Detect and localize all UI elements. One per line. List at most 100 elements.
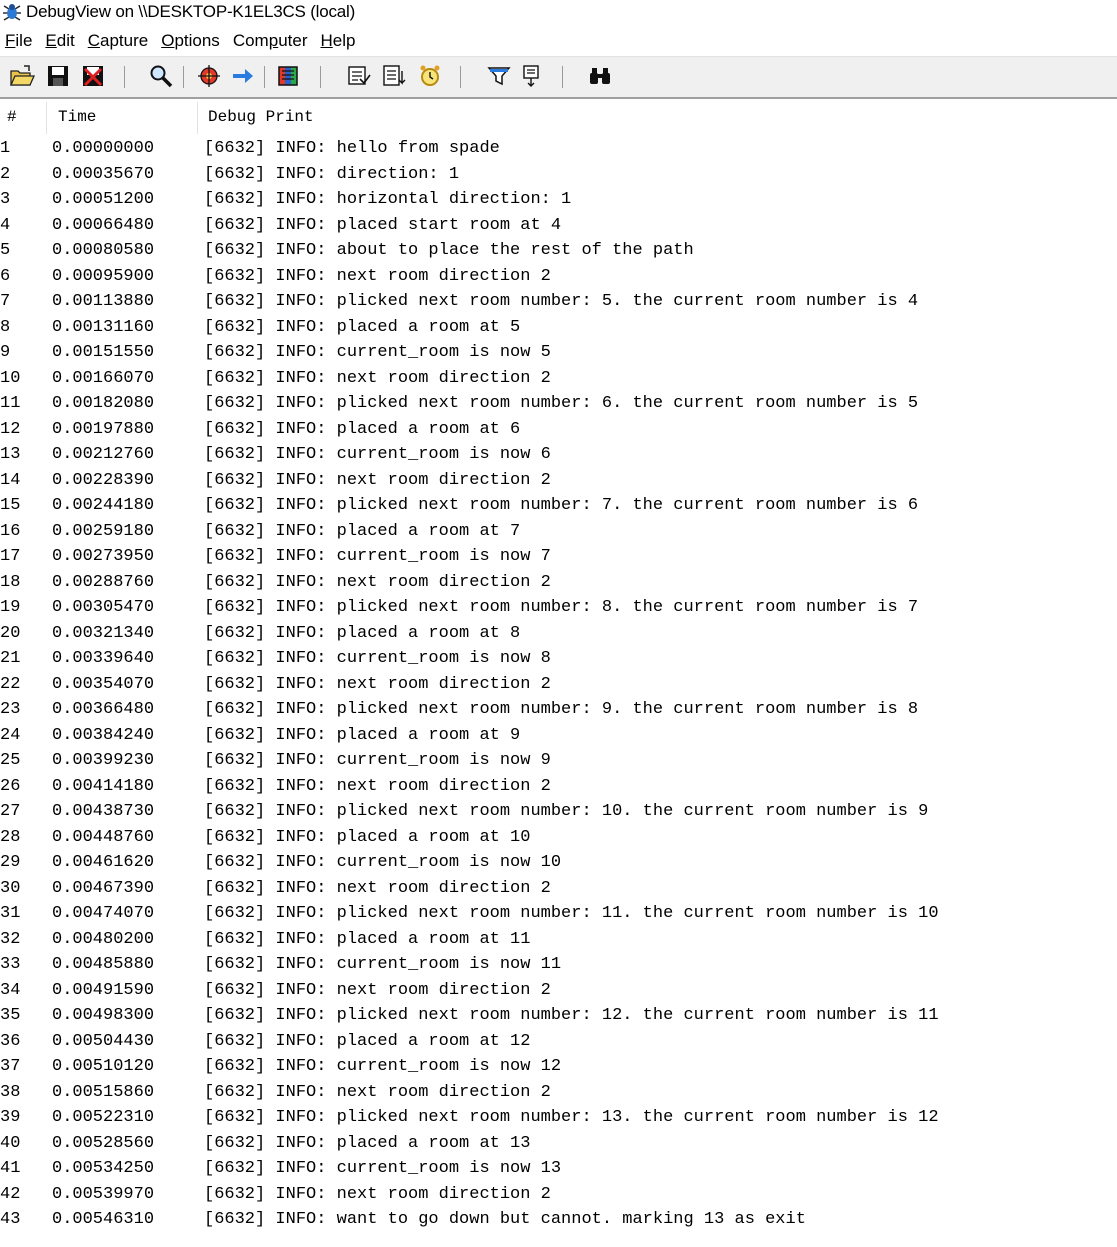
log-row-message: [6632] INFO: plicked next room number: 1… [204,1006,939,1025]
log-row[interactable]: 34 0.00491590 [6632] INFO: next room direc… [0,978,1117,1004]
log-row[interactable]: 9 0.00151550 [6632] INFO: current_room is … [0,340,1117,366]
log-row-message: [6632] INFO: current_room is now 12 [204,1057,562,1076]
binoculars-icon[interactable] [587,63,613,89]
log-row[interactable]: 5 0.00080580 [6632] INFO: about to place t… [0,238,1117,264]
log-row[interactable]: 20 0.00321340 [6632] INFO: placed a room a… [0,621,1117,647]
log-row[interactable]: 36 0.00504430 [6632] INFO: placed a room a… [0,1029,1117,1055]
log-row-time: 0.00305470 [52,598,155,617]
log-row-number: 8 [0,317,11,337]
column-divider[interactable] [46,102,47,134]
clear-display-icon[interactable] [80,63,106,89]
log-row[interactable]: 28 0.00448760 [6632] INFO: placed a room a… [0,825,1117,851]
log-row-number: 22 [0,674,21,694]
log-row-message: [6632] INFO: next room direction 2 [204,266,551,286]
log-row[interactable]: 18 0.00288760 [6632] INFO: next room direc… [0,570,1117,596]
column-divider[interactable] [197,102,198,134]
log-row[interactable]: 13 0.00212760 [6632] INFO: current_room is… [0,442,1117,468]
log-row-number: 40 [0,1133,21,1153]
log-row-time: 0.00000000 [52,139,155,158]
log-row-number: 6 [0,266,11,286]
log-row[interactable]: 24 0.00384240 [6632] INFO: placed a room a… [0,723,1117,749]
log-row[interactable]: 27 0.00438730 [6632] INFO: plicked next ro… [0,799,1117,825]
log-row-number: 37 [0,1057,21,1076]
log-row[interactable]: 7 0.00113880 [6632] INFO: plicked next roo… [0,289,1117,315]
menu-capture[interactable]: Capture [83,31,153,51]
log-row[interactable]: 25 0.00399230 [6632] INFO: current_room is… [0,748,1117,774]
history-depth-icon[interactable] [276,63,302,89]
log-row[interactable]: 12 0.00197880 [6632] INFO: placed a room a… [0,417,1117,443]
log-row-time: 0.00534250 [52,1159,155,1178]
log-row[interactable]: 15 0.00244180 [6632] INFO: plicked next ro… [0,493,1117,519]
log-row-time: 0.00228390 [52,470,155,490]
log-row[interactable]: 30 0.00467390 [6632] INFO: next room direc… [0,876,1117,902]
log-row[interactable]: 2 0.00035670 [6632] INFO: direction: 1 [0,162,1117,188]
log-row[interactable]: 43 0.00546310 [6632] INFO: want to go down… [0,1207,1117,1233]
autoscroll-icon[interactable] [230,63,256,89]
log-row[interactable]: 32 0.00480200 [6632] INFO: placed a room a… [0,927,1117,953]
log-row[interactable]: 37 0.00510120 [6632] INFO: current_room is… [0,1054,1117,1080]
toolbar-separator [124,66,125,88]
log-row[interactable]: 3 0.00051200 [6632] INFO: horizontal direc… [0,187,1117,213]
column-header-debug-print[interactable]: Debug Print [208,108,314,126]
column-header-number[interactable]: # [7,108,17,126]
log-row-message: [6632] INFO: next room direction 2 [204,878,551,898]
log-row[interactable]: 21 0.00339640 [6632] INFO: current_room is… [0,646,1117,672]
log-row[interactable]: 22 0.00354070 [6632] INFO: next room direc… [0,672,1117,698]
clock-time-icon[interactable] [346,63,372,89]
log-row-number: 21 [0,649,21,668]
log-row[interactable]: 1 0.00000000 [6632] INFO: hello from spade [0,136,1117,162]
menu-bar: File Edit Capture Options Computer Help [0,27,1117,55]
log-row[interactable]: 42 0.00539970 [6632] INFO: next room direc… [0,1182,1117,1208]
list-header: # Time Debug Print [0,102,1117,134]
log-row[interactable]: 31 0.00474070 [6632] INFO: plicked next ro… [0,901,1117,927]
log-row[interactable]: 14 0.00228390 [6632] INFO: next room direc… [0,468,1117,494]
open-icon[interactable] [9,63,35,89]
menu-file[interactable]: File [0,31,37,51]
log-row[interactable]: 16 0.00259180 [6632] INFO: placed a room a… [0,519,1117,545]
log-row[interactable]: 17 0.00273950 [6632] INFO: current_room is… [0,544,1117,570]
log-row-number: 20 [0,623,21,643]
log-row-message: [6632] INFO: plicked next room number: 9… [204,700,919,719]
log-row-number: 3 [0,190,11,209]
log-row[interactable]: 40 0.00528560 [6632] INFO: placed a room a… [0,1131,1117,1157]
log-row[interactable]: 29 0.00461620 [6632] INFO: current_room is… [0,850,1117,876]
toolbar-separator [264,66,265,88]
log-row-number: 13 [0,445,21,464]
log-row-number: 19 [0,598,21,617]
highlight-timer-icon[interactable] [417,63,443,89]
menu-computer[interactable]: Computer [228,31,313,51]
log-row[interactable]: 26 0.00414180 [6632] INFO: next room direc… [0,774,1117,800]
log-row-number: 11 [0,394,21,413]
log-row[interactable]: 41 0.00534250 [6632] INFO: current_room is… [0,1156,1117,1182]
log-row[interactable]: 23 0.00366480 [6632] INFO: plicked next ro… [0,697,1117,723]
log-row-time: 0.00197880 [52,419,155,439]
log-row-number: 34 [0,980,21,1000]
log-row[interactable]: 19 0.00305470 [6632] INFO: plicked next ro… [0,595,1117,621]
log-row[interactable]: 38 0.00515860 [6632] INFO: next room direc… [0,1080,1117,1106]
log-row[interactable]: 8 0.00131160 [6632] INFO: placed a room at… [0,315,1117,341]
log-row[interactable]: 11 0.00182080 [6632] INFO: plicked next ro… [0,391,1117,417]
log-row-number: 23 [0,700,21,719]
save-icon[interactable] [45,63,71,89]
filter-icon[interactable] [486,63,512,89]
log-row-message: [6632] INFO: next room direction 2 [204,980,551,1000]
log-row-time: 0.00384240 [52,725,155,745]
log-row[interactable]: 6 0.00095900 [6632] INFO: next room direct… [0,264,1117,290]
log-row-message: [6632] INFO: plicked next room number: 6… [204,394,919,413]
menu-edit[interactable]: Edit [40,31,79,51]
log-row[interactable]: 10 0.00166070 [6632] INFO: next room direc… [0,366,1117,392]
log-row[interactable]: 35 0.00498300 [6632] INFO: plicked next ro… [0,1003,1117,1029]
find-icon[interactable] [148,63,174,89]
log-row[interactable]: 39 0.00522310 [6632] INFO: plicked next ro… [0,1105,1117,1131]
column-header-time[interactable]: Time [58,108,96,126]
log-row-message: [6632] INFO: current_room is now 6 [204,445,551,464]
elapsed-time-icon[interactable] [381,63,407,89]
menu-help[interactable]: Help [315,31,360,51]
log-row-number: 31 [0,904,21,923]
log-row[interactable]: 33 0.00485880 [6632] INFO: current_room is… [0,952,1117,978]
capture-icon[interactable] [197,63,223,89]
log-row[interactable]: 4 0.00066480 [6632] INFO: placed start roo… [0,213,1117,239]
log-row-number: 42 [0,1184,21,1204]
highlight-icon[interactable] [519,63,545,89]
menu-options[interactable]: Options [156,31,225,51]
